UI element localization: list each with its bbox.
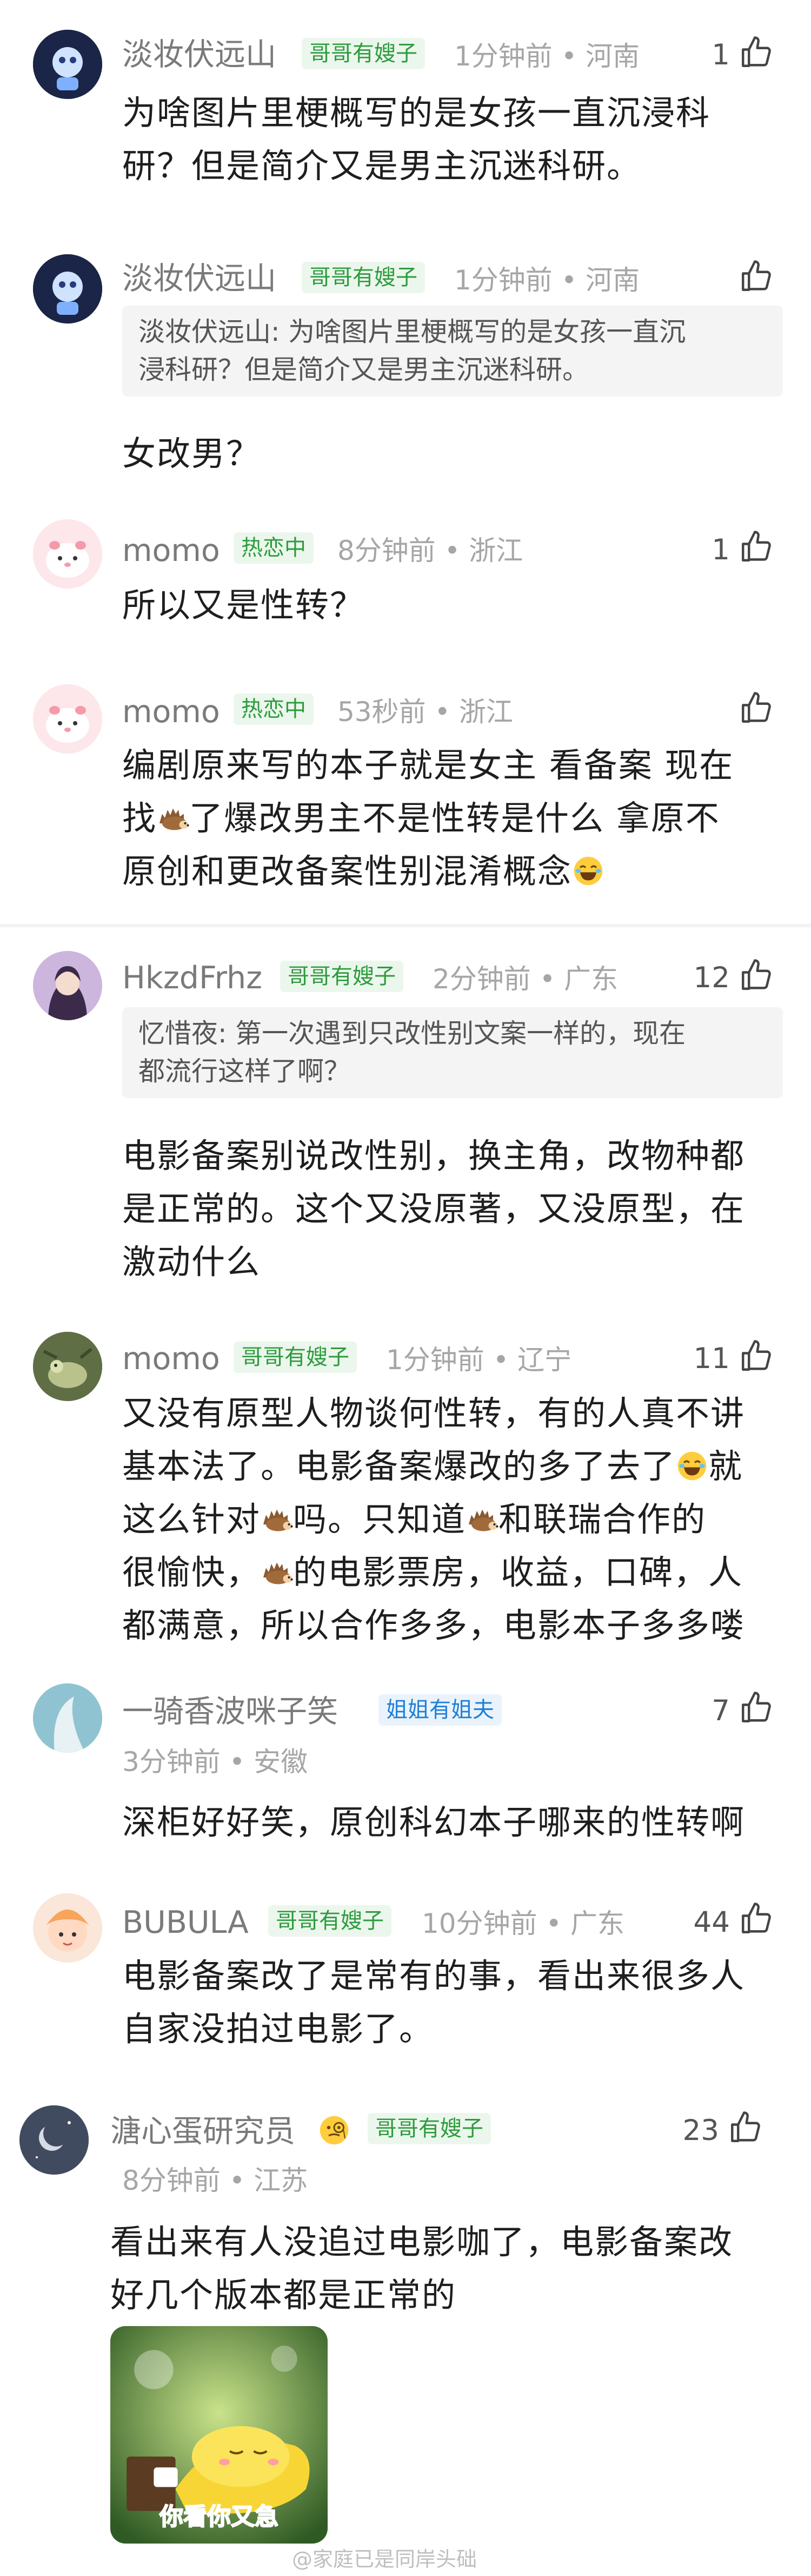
username[interactable]: 溏心蛋研究员 [110,2116,295,2147]
quoted-reply: 淡妆伏远山: 为啥图片里梗概写的是女孩一直沉 浸科研？但是简介又是男主沉迷科研。 [122,306,783,397]
thumbs-up-icon[interactable] [739,1338,774,1374]
like-count: 44 [693,1906,730,1939]
sticker-image[interactable]: 你看你又急 [110,2326,328,2544]
comment-meta: 10分钟前 • 广东 [422,1908,624,1939]
avatar[interactable] [33,254,102,323]
comment-text: 深柜好好笑，原创科幻本子哪来的性转啊 [122,1802,746,1842]
avatar[interactable] [33,1893,102,1963]
thumbs-up-icon[interactable] [739,259,774,294]
comment-meta: 8分钟前 • 浙江 [337,535,523,566]
username[interactable]: BUBULA [122,1907,249,1938]
username[interactable]: 淡妆伏远山 [122,263,276,294]
comment-text: 电影备案别说改性别，换主角，改物种都 是正常的。这个又没原著，又没原型，在 激动… [122,1136,746,1282]
sticker-caption: 你看你又急 [159,2502,279,2531]
thumbs-up-icon[interactable] [739,35,774,70]
fan-badge: 哥哥有嫂子 [280,961,403,992]
avatar[interactable] [33,684,102,754]
like-count: 12 [693,961,730,994]
laugh-cry-emoji-icon [676,1444,708,1477]
comment-meta: 53秒前 • 浙江 [337,696,513,728]
comment-text: 看出来有人没追过电影咖了，电影备案改 好几个版本都是正常的 [110,2222,734,2315]
fan-badge: 姐姐有姐夫 [378,1694,502,1726]
username[interactable]: 一骑香波咪子笑 [122,1696,338,1727]
comment-text: 编剧原来写的本子就是女主 看备案 现在 找了爆改男主不是性转是什么 拿原不 原创… [122,745,734,891]
like-count: 23 [682,2114,719,2147]
username[interactable]: 淡妆伏远山 [122,39,276,70]
like-count: 1 [712,533,730,566]
quoted-reply: 忆惜夜: 第一次遇到只改性别文案一样的，现在 都流行这样了啊？ [122,1007,783,1098]
avatar[interactable] [19,2105,89,2175]
fan-badge: 哥哥有嫂子 [302,38,425,69]
avatar[interactable] [33,30,102,99]
comment-text: 又没有原型人物谈何性转，有的人真不讲 基本法了。电影备案爆改的多了去了就 这么针… [122,1393,746,1645]
hedgehog-emoji-icon [261,1497,293,1530]
thumbs-up-icon[interactable] [739,957,774,993]
comment-meta: 1分钟前 • 河南 [454,41,640,72]
like-count: 1 [712,38,730,71]
like-count: 7 [712,1694,730,1727]
relationship-badge: 热恋中 [234,693,314,725]
laugh-cry-emoji-icon [572,849,604,882]
monocle-emoji-icon [318,2114,350,2146]
comment-meta: 2分钟前 • 广东 [433,963,619,995]
relationship-badge: 热恋中 [234,532,314,564]
comment-text: 女改男？ [122,434,261,473]
fan-badge: 哥哥有嫂子 [368,2113,491,2144]
comment-meta: 1分钟前 • 辽宁 [386,1344,572,1376]
username[interactable]: HkzdFrhz [122,963,262,994]
section-divider [0,924,811,927]
thumbs-up-icon[interactable] [739,1690,774,1726]
thumbs-up-icon[interactable] [728,2110,763,2145]
comment-meta: 1分钟前 • 河南 [454,265,640,296]
username[interactable]: momo [122,1344,220,1375]
fan-badge: 哥哥有嫂子 [234,1342,357,1373]
avatar[interactable] [33,519,102,589]
username[interactable]: momo [122,697,220,728]
comment-meta: 3分钟前 • 安徽 [122,1746,308,1778]
fan-badge: 哥哥有嫂子 [302,262,425,293]
hedgehog-emoji-icon [157,796,189,829]
avatar[interactable] [33,1332,102,1401]
comment-text: 所以又是性转？ [122,585,365,625]
fan-badge: 哥哥有嫂子 [268,1905,391,1937]
avatar[interactable] [33,951,102,1020]
avatar[interactable] [33,1683,102,1753]
like-count: 11 [693,1342,730,1375]
comment-meta: 8分钟前 • 江苏 [122,2165,308,2196]
username[interactable]: momo [122,536,220,566]
thumbs-up-icon[interactable] [739,1901,774,1937]
hedgehog-emoji-icon [466,1497,498,1530]
comment-text: 电影备案改了是常有的事，看出来很多人 自家没拍过电影了。 [122,1956,746,2049]
watermark: @家庭已是同岸头础 [292,2547,477,2571]
thumbs-up-icon[interactable] [739,690,774,726]
hedgehog-emoji-icon [261,1550,293,1583]
comment-text: 为啥图片里梗概写的是女孩一直沉浸科 研？但是简介又是男主沉迷科研。 [122,93,711,186]
thumbs-up-icon[interactable] [739,529,774,565]
